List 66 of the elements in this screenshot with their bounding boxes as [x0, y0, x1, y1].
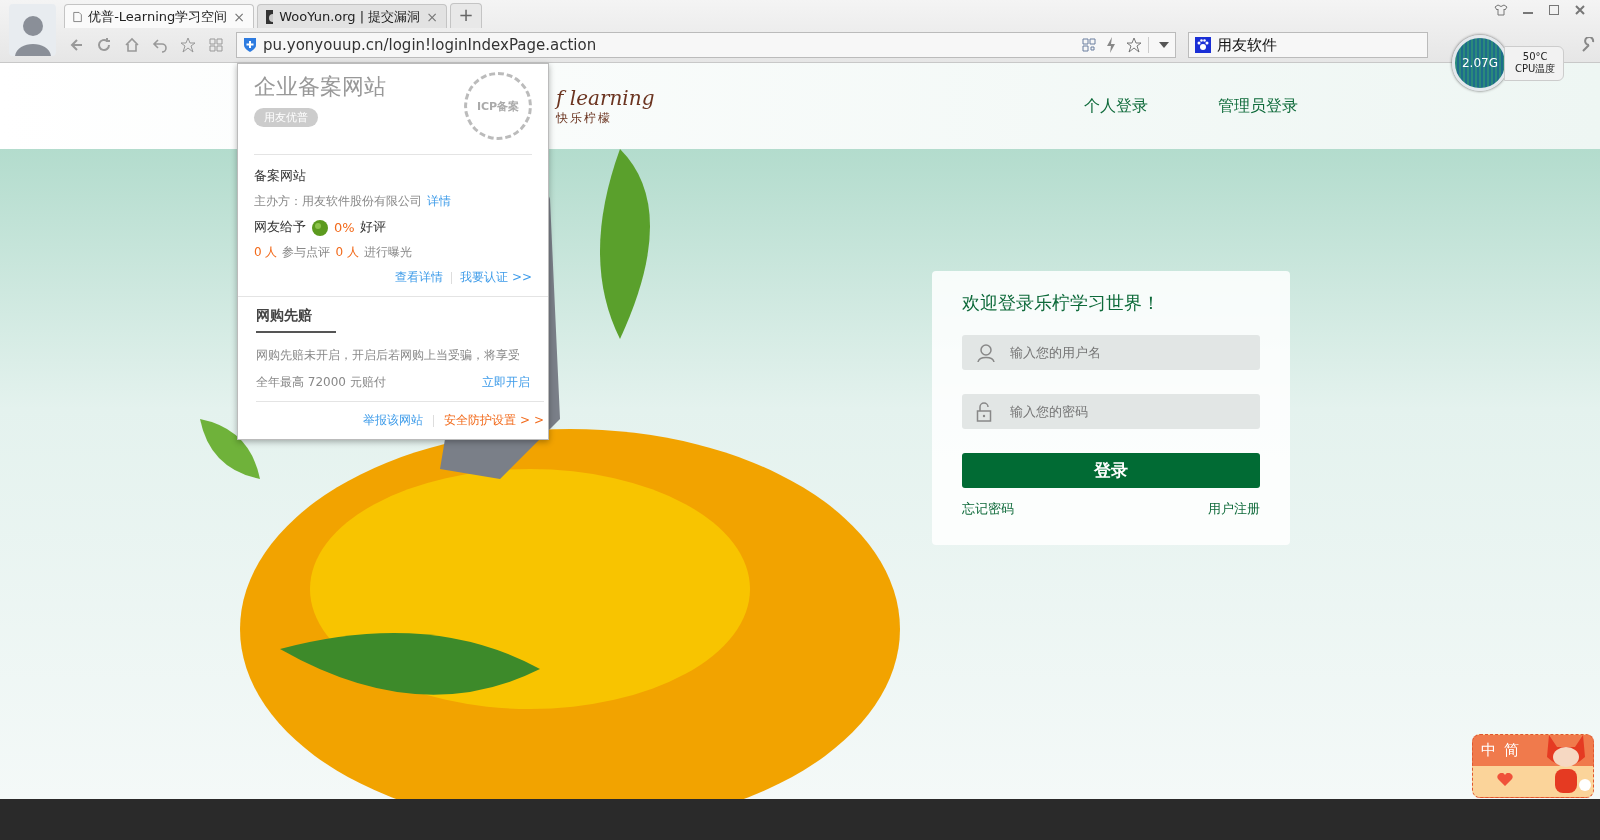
compensation-text: 全年最高 72000 元赔付 [256, 374, 386, 391]
username-field[interactable]: 输入您的用户名 [962, 335, 1260, 370]
url-text: pu.yonyouup.cn/login!loginIndexPage.action [263, 36, 598, 54]
home-icon[interactable] [124, 37, 140, 53]
stat-label: 进行曝光 [363, 244, 412, 261]
stat-label: 参与点评 [282, 244, 331, 261]
search-engine-label: 用友软件 [1217, 35, 1277, 55]
paw-icon [1195, 37, 1211, 53]
page-icon [73, 9, 83, 24]
login-button[interactable]: 登录 [962, 453, 1260, 488]
rating-label: 网友给予 [254, 218, 306, 236]
close-icon[interactable] [1574, 4, 1586, 16]
popup-title: 企业备案网站 [254, 73, 386, 101]
shirt-icon[interactable] [1494, 4, 1508, 16]
heart-icon [1497, 773, 1513, 787]
qr-code-icon[interactable] [1082, 38, 1096, 52]
nav-link[interactable]: 管理员登录 [1218, 95, 1299, 117]
tomato-icon [311, 218, 329, 236]
compensation-tab[interactable]: 网购先赔 [256, 307, 336, 333]
avatar-silhouette-icon[interactable] [9, 4, 56, 56]
stat-count: 0 人 [335, 244, 359, 261]
popup-link[interactable]: 我要认证 >> [460, 269, 532, 286]
nav-link[interactable]: 个人登录 [1084, 95, 1149, 117]
site-icon [266, 9, 274, 24]
new-tab-button[interactable]: + [450, 3, 482, 28]
ime-key[interactable]: 中 [1481, 741, 1496, 760]
dropdown-icon[interactable] [1159, 41, 1169, 49]
logo-text: f learning [556, 85, 655, 110]
stat-count: 0 人 [254, 244, 278, 261]
back-icon[interactable] [68, 37, 84, 53]
tab-title: 优普-Learning学习空间 [88, 7, 228, 26]
password-field[interactable]: 输入您的密码 [962, 394, 1260, 429]
popup-link[interactable]: 查看详情 [395, 269, 444, 286]
close-tab-button[interactable]: × [233, 8, 245, 25]
details-link[interactable]: 详情 [427, 193, 451, 210]
sponsor-text: 主办方：用友软件股份有限公司 [254, 193, 422, 210]
rating-value: 0% [334, 219, 355, 235]
temperature-text: 50°C [1522, 50, 1548, 62]
login-title: 欢迎登录乐柠学习世界！ [962, 291, 1161, 315]
grid-icon[interactable] [208, 37, 224, 53]
browser-tab[interactable]: 优普-Learning学习空间 × [64, 4, 254, 28]
undo-icon[interactable] [152, 37, 168, 53]
popup-footer-link[interactable]: 安全防护设置 > > [444, 412, 544, 429]
section-title: 备案网站 [254, 167, 307, 185]
refresh-icon[interactable] [96, 37, 112, 53]
ime-key[interactable]: 简 [1504, 741, 1519, 760]
browser-tab[interactable]: WooYun.org | 提交漏洞 × [257, 4, 447, 28]
maximize-icon[interactable] [1548, 4, 1560, 16]
compensation-text: 网购先赔未开启，开启后若网购上当受骗，将享受 [256, 347, 520, 364]
star-icon[interactable] [180, 37, 196, 53]
star-icon[interactable] [1126, 37, 1142, 53]
search-engine-field[interactable]: 用友软件 [1188, 32, 1428, 58]
forgot-password-link[interactable]: 忘记密码 [962, 500, 1014, 518]
cpu-label: CPU温度 [1515, 61, 1556, 76]
popup-footer-link[interactable]: 举报该网站 [363, 412, 424, 429]
address-bar[interactable]: pu.yonyouup.cn/login!loginIndexPage.action [236, 32, 1176, 58]
rating-suffix: 好评 [359, 218, 386, 236]
enable-link[interactable]: 立即开启 [482, 374, 530, 391]
tab-title: WooYun.org | 提交漏洞 [279, 7, 421, 26]
input-method-widget[interactable]: 中 简 [1472, 734, 1594, 798]
close-tab-button[interactable]: × [426, 8, 438, 25]
icp-seal: ICP备案 [464, 72, 532, 140]
logo-subtitle: 快乐柠檬 [556, 109, 613, 127]
register-link[interactable]: 用户注册 [1208, 500, 1260, 518]
lightning-icon[interactable] [1106, 37, 1116, 53]
shield-icon [243, 37, 257, 53]
